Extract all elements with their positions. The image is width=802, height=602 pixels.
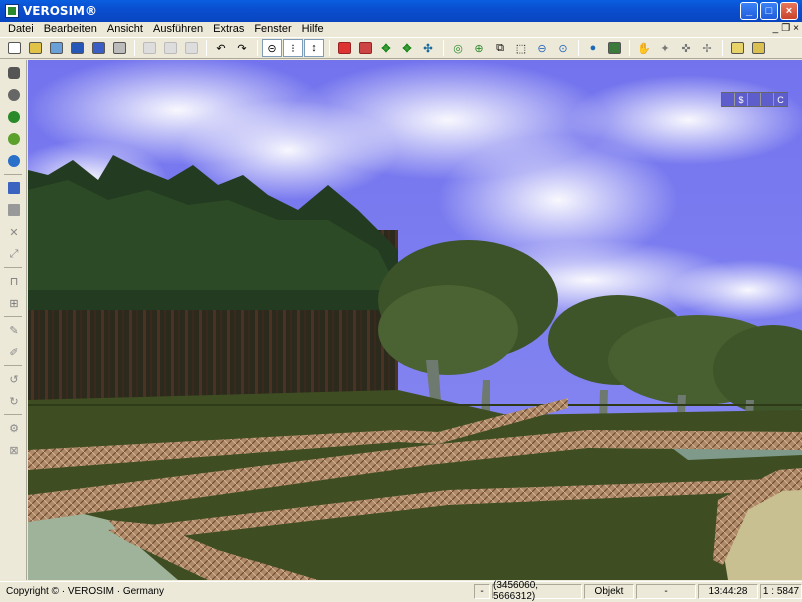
- main-toolbar: ↶ ↷ ⊝ ⁝ ↕ ✥ ✥ ✣ ◎ ⊕ ⧉ ⬚ ⊖ ⊙ ● ✋ ✦ ✜ ✢: [0, 37, 802, 59]
- title-bar: VEROSIM® _ □ ×: [0, 0, 802, 22]
- redo-icon[interactable]: ↷: [232, 39, 252, 57]
- globe-icon[interactable]: ●: [583, 39, 603, 57]
- expand-icon[interactable]: ⤢: [4, 245, 24, 263]
- link-icon[interactable]: ⊝: [262, 39, 282, 57]
- link-add-icon[interactable]: ⁝: [283, 39, 303, 57]
- target-icon[interactable]: [4, 152, 24, 170]
- minimize-button[interactable]: _: [740, 2, 758, 20]
- center-icon[interactable]: ◎: [448, 39, 468, 57]
- view-widget-cell-2[interactable]: $: [735, 93, 748, 106]
- menu-extras[interactable]: Extras: [208, 22, 249, 37]
- settings-icon[interactable]: ⚙: [4, 419, 24, 437]
- zoom-in-icon[interactable]: ⊕: [469, 39, 489, 57]
- save-all-icon[interactable]: [88, 39, 108, 57]
- status-dash-1: -: [474, 583, 490, 599]
- window-icon[interactable]: [727, 39, 747, 57]
- arrows-icon[interactable]: ✜: [676, 39, 696, 57]
- object-icon[interactable]: [334, 39, 354, 57]
- scale-icon[interactable]: ✣: [418, 39, 438, 57]
- 3d-viewport[interactable]: $ C: [28, 60, 802, 580]
- leaf-icon[interactable]: [4, 130, 24, 148]
- open-icon[interactable]: [25, 39, 45, 57]
- grid-icon[interactable]: ⊞: [4, 294, 24, 312]
- mdi-minimize-icon[interactable]: _: [773, 23, 779, 34]
- zoom-out-icon[interactable]: ⊙: [553, 39, 573, 57]
- brush-icon[interactable]: [4, 86, 24, 104]
- open-folder-icon[interactable]: [46, 39, 66, 57]
- menu-fenster[interactable]: Fenster: [249, 22, 296, 37]
- menu-bearbeiten[interactable]: Bearbeiten: [39, 22, 102, 37]
- menu-bar: Datei Bearbeiten Ansicht Ausführen Extra…: [0, 22, 802, 37]
- print-icon[interactable]: [109, 39, 129, 57]
- map-icon[interactable]: [604, 39, 624, 57]
- paste-icon[interactable]: [181, 39, 201, 57]
- view-widget-cell-3[interactable]: [748, 93, 761, 106]
- application-window: VEROSIM® _ □ × Datei Bearbeiten Ansicht …: [0, 0, 802, 602]
- link-scale-icon[interactable]: ↕: [304, 39, 324, 57]
- tree-icon[interactable]: [4, 108, 24, 126]
- hand2-icon[interactable]: ✢: [697, 39, 717, 57]
- view-control-widget[interactable]: $ C: [721, 92, 788, 107]
- pencil-icon[interactable]: ✎: [4, 321, 24, 339]
- cross-icon[interactable]: ✕: [4, 223, 24, 241]
- layers-icon[interactable]: [4, 201, 24, 219]
- view-widget-cell-1[interactable]: [722, 93, 735, 106]
- view-widget-cell-4[interactable]: [761, 93, 774, 106]
- mdi-restore-icon[interactable]: ❐: [781, 23, 790, 34]
- menu-ansicht[interactable]: Ansicht: [102, 22, 148, 37]
- save-icon[interactable]: [67, 39, 87, 57]
- status-time: 13:44:28: [698, 583, 758, 599]
- window-title: VEROSIM®: [23, 4, 97, 18]
- status-bar: Copyright © · VEROSIM · Germany - (34560…: [0, 580, 802, 602]
- car-icon[interactable]: [4, 64, 24, 82]
- rotate-icon[interactable]: ✥: [397, 39, 417, 57]
- menu-datei[interactable]: Datei: [3, 22, 39, 37]
- status-copyright: Copyright © · VEROSIM · Germany: [6, 585, 164, 597]
- stairs-icon[interactable]: ⊓: [4, 272, 24, 290]
- mdi-close-icon[interactable]: ×: [793, 23, 799, 34]
- zoom-icon[interactable]: ⊖: [532, 39, 552, 57]
- rotate-right-icon[interactable]: ↻: [4, 392, 24, 410]
- view-widget-cell-5[interactable]: C: [774, 93, 787, 106]
- forest-scene: [28, 60, 802, 580]
- status-dash-2: -: [636, 583, 696, 599]
- cut-icon[interactable]: [139, 39, 159, 57]
- zoom-fit-icon[interactable]: ⬚: [511, 39, 531, 57]
- object-remove-icon[interactable]: [355, 39, 375, 57]
- move-icon[interactable]: ✥: [376, 39, 396, 57]
- left-toolbar: ✕ ⤢ ⊓ ⊞ ✎ ✐ ↺ ↻ ⚙ ⊠: [0, 60, 27, 580]
- layout-icon[interactable]: [748, 39, 768, 57]
- zoom-box-icon[interactable]: ⧉: [490, 39, 510, 57]
- status-coordinates: (3456060, 5666312): [492, 580, 582, 602]
- copy-icon[interactable]: [160, 39, 180, 57]
- app-icon[interactable]: [5, 4, 19, 18]
- menu-hilfe[interactable]: Hilfe: [297, 22, 329, 37]
- new-icon[interactable]: [4, 39, 24, 57]
- status-mode: Objekt: [584, 583, 634, 599]
- eraser-icon[interactable]: ✐: [4, 343, 24, 361]
- undo-icon[interactable]: ↶: [211, 39, 231, 57]
- status-scale: 1 : 5847: [760, 583, 802, 599]
- pen-icon[interactable]: [4, 179, 24, 197]
- maximize-button[interactable]: □: [760, 2, 778, 20]
- hand-icon[interactable]: ✋: [634, 39, 654, 57]
- menu-ausfuehren[interactable]: Ausführen: [148, 22, 208, 37]
- camera-icon[interactable]: ✦: [655, 39, 675, 57]
- lock-icon[interactable]: ⊠: [4, 441, 24, 459]
- close-button[interactable]: ×: [780, 2, 798, 20]
- rotate-left-icon[interactable]: ↺: [4, 370, 24, 388]
